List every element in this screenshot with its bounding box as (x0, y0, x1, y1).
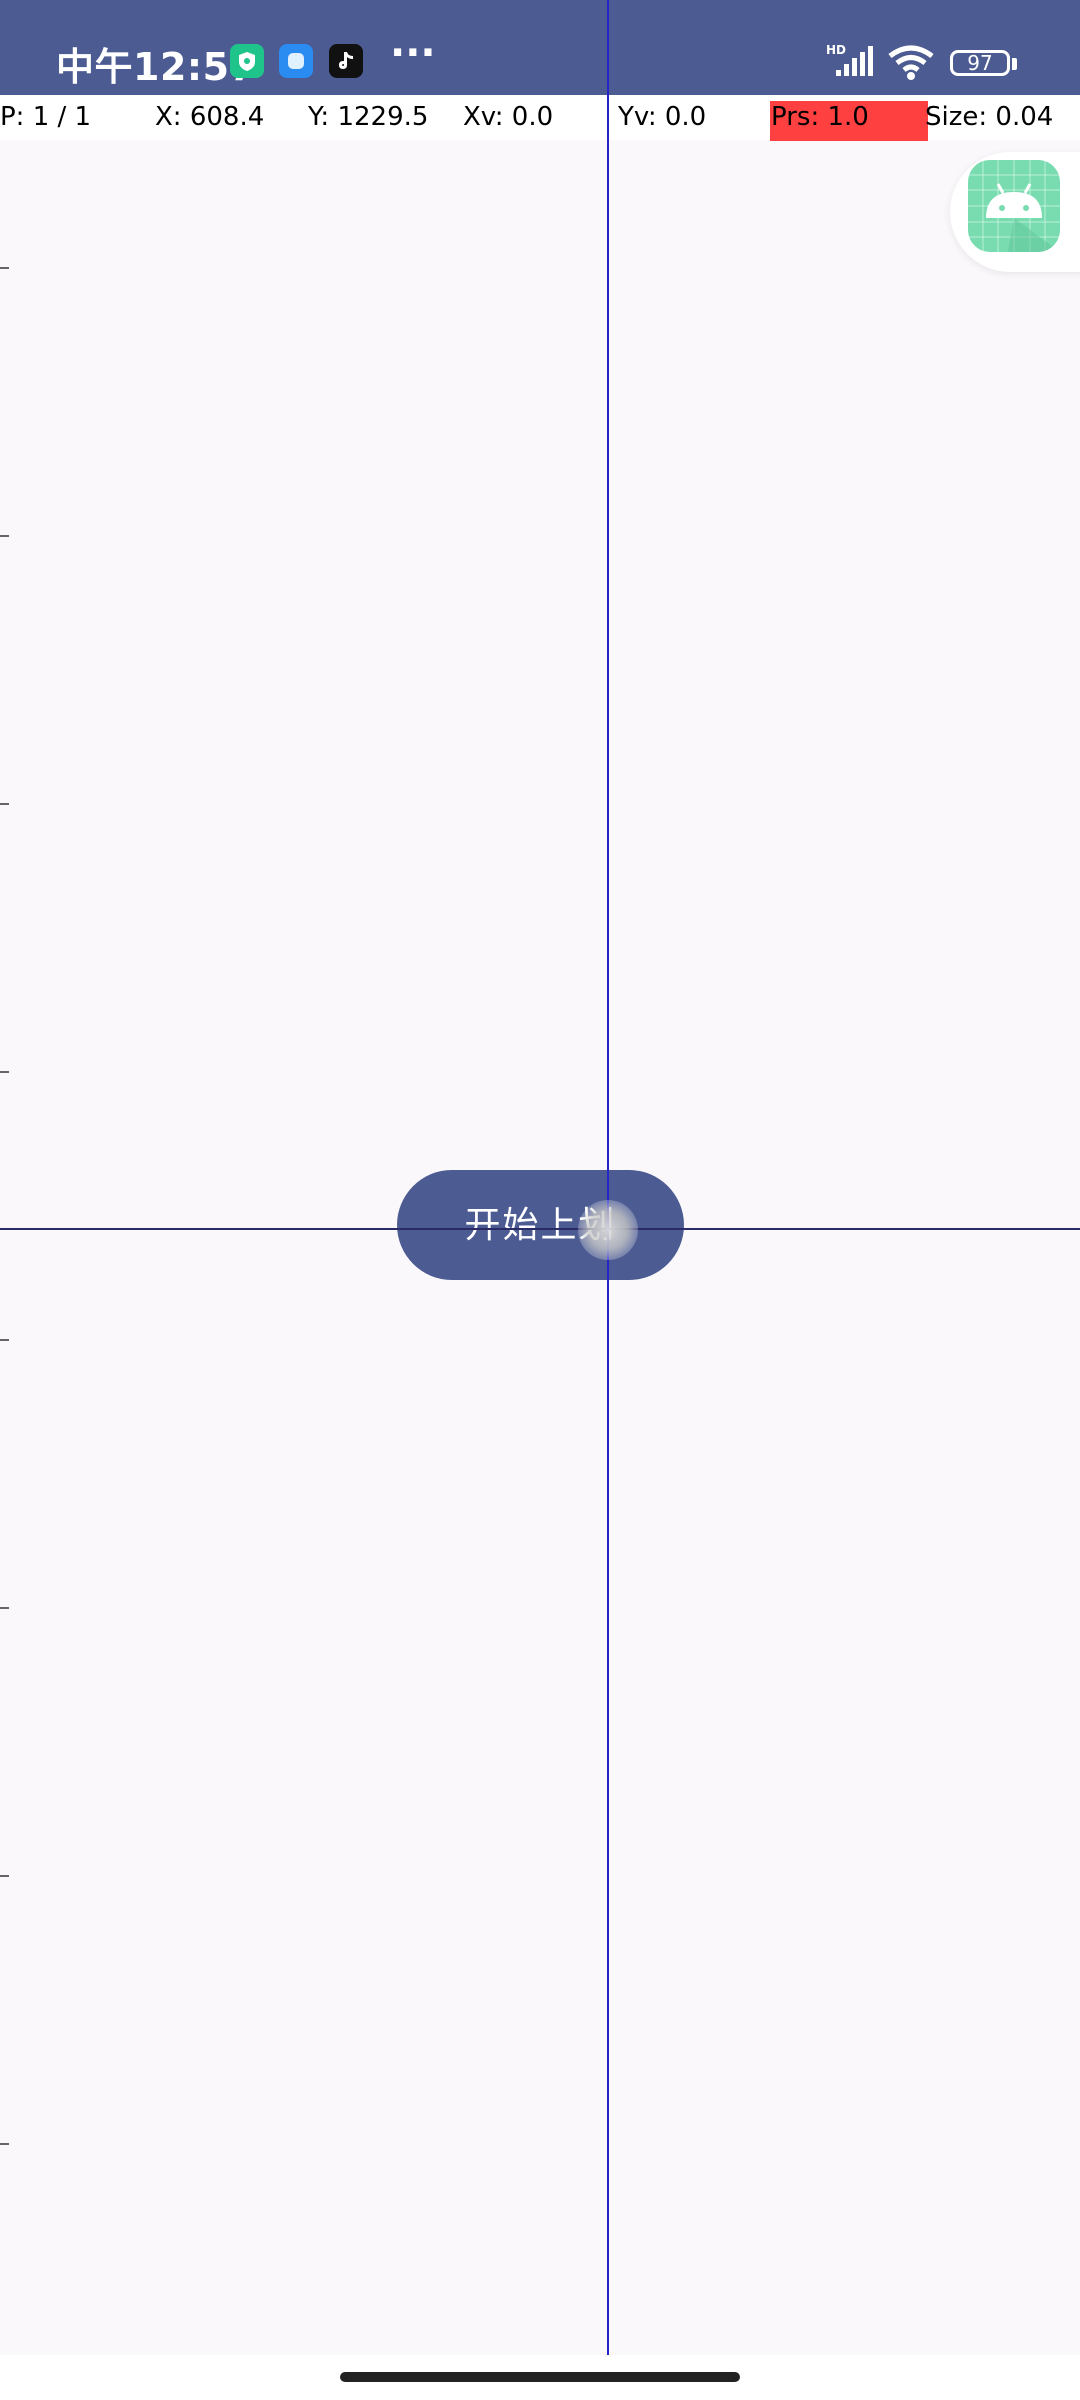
tick-mark (0, 267, 9, 269)
tiktok-icon (329, 44, 363, 78)
tick-mark (0, 1607, 9, 1609)
shield-app-icon (230, 44, 264, 78)
touch-point-indicator (578, 1200, 638, 1260)
status-time: 中午12:57 (56, 45, 257, 89)
battery-icon: 97 (950, 50, 1010, 76)
y-coordinate: Y: 1229.5 (308, 102, 429, 132)
more-notifications-icon: ··· (390, 30, 436, 76)
tick-mark (0, 2143, 9, 2145)
touch-size: Size: 0.04 (925, 102, 1054, 132)
home-indicator[interactable] (340, 2372, 740, 2382)
battery-tip (1012, 58, 1017, 70)
tick-mark (0, 535, 9, 537)
tick-mark (0, 1071, 9, 1073)
tick-mark (0, 1875, 9, 1877)
y-velocity: Yv: 0.0 (618, 102, 707, 132)
pointer-count: P: 1 / 1 (0, 102, 92, 132)
x-coordinate: X: 608.4 (155, 102, 265, 132)
wifi-icon (888, 45, 934, 80)
crosshair-horizontal (0, 1228, 1080, 1230)
blue-app-icon (279, 44, 313, 78)
svg-text:HD: HD (826, 43, 846, 57)
status-bar: 中午12:57 ··· HD 97 (0, 0, 1080, 95)
android-icon[interactable] (968, 160, 1060, 252)
tick-mark (0, 803, 9, 805)
tick-mark (0, 1339, 9, 1341)
pressure: Prs: 1.0 (771, 102, 869, 132)
start-swipe-up-button[interactable]: 开始上划 (397, 1170, 684, 1280)
x-velocity: Xv: 0.0 (463, 102, 554, 132)
signal-icon: HD (826, 43, 873, 76)
